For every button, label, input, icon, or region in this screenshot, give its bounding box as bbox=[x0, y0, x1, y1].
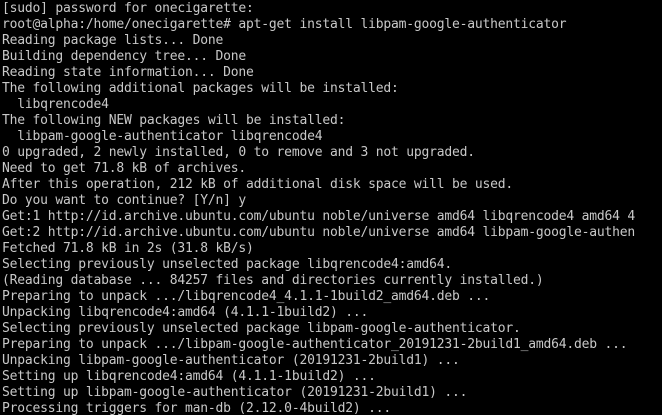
terminal-line: The following NEW packages will be insta… bbox=[2, 113, 346, 128]
terminal-line: Processing triggers for man-db (2.12.0-4… bbox=[2, 401, 391, 415]
terminal-line: Setting up libqrencode4:amd64 (4.1.1-1bu… bbox=[2, 369, 376, 384]
terminal-line: libpam-google-authenticator libqrencode4 bbox=[2, 129, 323, 144]
terminal-line: Fetched 71.8 kB in 2s (31.8 kB/s) bbox=[2, 241, 254, 256]
terminal-line: [sudo] password for onecigarette: bbox=[2, 1, 254, 16]
terminal-window[interactable]: [sudo] password for onecigarette: root@al… bbox=[0, 0, 662, 415]
terminal-line: Need to get 71.8 kB of archives. bbox=[2, 161, 247, 176]
terminal-line: Reading state information... Done bbox=[2, 65, 254, 80]
terminal-line: root@alpha:/home/onecigarette# apt-get i… bbox=[2, 17, 567, 32]
terminal-line: Unpacking libpam-google-authenticator (2… bbox=[2, 353, 460, 368]
terminal-line: Get:2 http://id.archive.ubuntu.com/ubunt… bbox=[2, 225, 636, 240]
terminal-line: Preparing to unpack .../libpam-google-au… bbox=[2, 337, 628, 352]
terminal-line: Preparing to unpack .../libqrencode4_4.1… bbox=[2, 289, 491, 304]
terminal-line: 0 upgraded, 2 newly installed, 0 to remo… bbox=[2, 145, 475, 160]
terminal-line: Setting up libpam-google-authenticator (… bbox=[2, 385, 468, 400]
terminal-line: (Reading database ... 84257 files and di… bbox=[2, 273, 544, 288]
terminal-line: After this operation, 212 kB of addition… bbox=[2, 177, 513, 192]
terminal-line: Unpacking libqrencode4:amd64 (4.1.1-1bui… bbox=[2, 305, 369, 320]
terminal-line: Selecting previously unselected package … bbox=[2, 257, 452, 272]
terminal-line: Do you want to continue? [Y/n] y bbox=[2, 193, 247, 208]
terminal-line: Building dependency tree... Done bbox=[2, 49, 247, 64]
terminal-line: libqrencode4 bbox=[2, 97, 109, 112]
terminal-line: Reading package lists... Done bbox=[2, 33, 224, 48]
terminal-line: The following additional packages will b… bbox=[2, 81, 399, 96]
terminal-output: [sudo] password for onecigarette: root@al… bbox=[2, 1, 635, 415]
terminal-line: Selecting previously unselected package … bbox=[2, 321, 521, 336]
terminal-line: Get:1 http://id.archive.ubuntu.com/ubunt… bbox=[2, 209, 636, 224]
